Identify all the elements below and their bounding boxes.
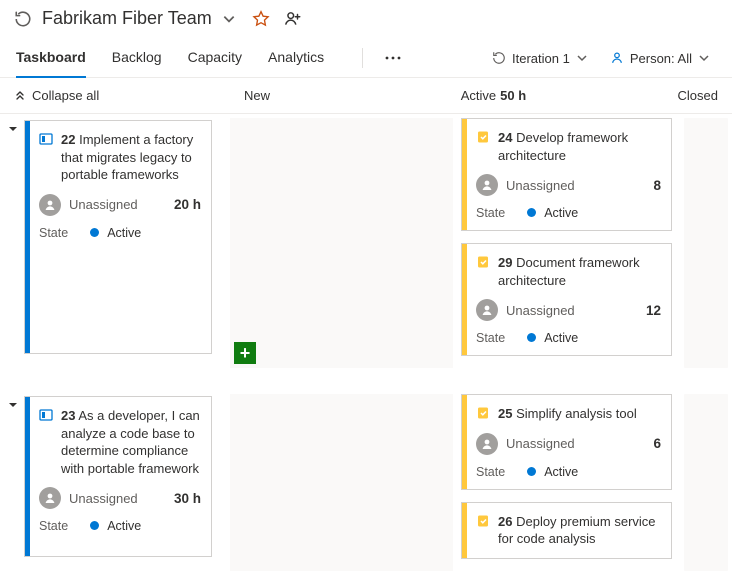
assignee-label[interactable]: Unassigned: [506, 436, 575, 451]
column-headers: Collapse all New Active50 h Closed: [0, 78, 732, 114]
iteration-label: Iteration 1: [512, 51, 570, 66]
collapse-lane-icon[interactable]: [8, 124, 18, 366]
assignee-avatar-icon: [39, 194, 61, 216]
story-title: Implement a factory that migrates legacy…: [61, 132, 193, 182]
assignee-avatar-icon: [476, 299, 498, 321]
story-id: 22: [61, 132, 75, 147]
tab-capacity[interactable]: Capacity: [188, 39, 242, 77]
lane-new[interactable]: [230, 394, 453, 571]
board-rows: 22 Implement a factory that migrates leg…: [0, 114, 732, 575]
person-filter-label: Person: All: [630, 51, 692, 66]
lane-closed[interactable]: [684, 118, 728, 368]
task-card[interactable]: 29 Document framework architecture Unass…: [461, 243, 672, 356]
lane-active[interactable]: 25 Simplify analysis tool Unassigned 6 S…: [457, 390, 680, 575]
tab-backlog[interactable]: Backlog: [112, 39, 162, 77]
task-hours: 12: [646, 303, 661, 318]
column-active-hours: 50 h: [500, 88, 526, 103]
state-dot-icon: [90, 228, 99, 237]
task-card[interactable]: 25 Simplify analysis tool Unassigned 6 S…: [461, 394, 672, 490]
task-title: Deploy premium service for code analysis: [498, 514, 656, 547]
state-dot-icon: [527, 467, 536, 476]
assignee-avatar-icon: [39, 487, 61, 509]
assignee-avatar-icon: [476, 433, 498, 455]
column-closed: Closed: [664, 78, 732, 113]
state-label: State: [39, 226, 68, 240]
state-dot-icon: [90, 521, 99, 530]
task-id: 24: [498, 130, 512, 145]
iteration-picker[interactable]: Iteration 1: [486, 47, 594, 70]
tab-more-button[interactable]: [375, 56, 411, 60]
assignee-label[interactable]: Unassigned: [69, 491, 138, 506]
collapse-all-label: Collapse all: [32, 88, 99, 103]
team-dropdown[interactable]: [222, 12, 236, 26]
collapse-all-button[interactable]: Collapse all: [0, 78, 230, 113]
task-card[interactable]: 24 Develop framework architecture Unassi…: [461, 118, 672, 231]
add-card-button[interactable]: +: [234, 342, 256, 364]
state-label: State: [476, 206, 505, 220]
swim-lane: 22 Implement a factory that migrates leg…: [0, 114, 732, 372]
state-label: State: [476, 465, 505, 479]
team-name: Fabrikam Fiber Team: [42, 8, 212, 29]
assignee-avatar-icon: [476, 174, 498, 196]
task-icon: [476, 255, 490, 269]
task-title: Simplify analysis tool: [516, 406, 637, 421]
lane-active[interactable]: 24 Develop framework architecture Unassi…: [457, 114, 680, 372]
story-hours: 30 h: [174, 491, 201, 506]
lane-new[interactable]: +: [230, 118, 453, 368]
story-card[interactable]: 23 As a developer, I can analyze a code …: [24, 396, 212, 557]
tab-taskboard[interactable]: Taskboard: [16, 39, 86, 77]
lane-closed[interactable]: [684, 394, 728, 571]
story-icon: [39, 132, 53, 146]
task-hours: 8: [653, 178, 661, 193]
task-hours: 6: [653, 436, 661, 451]
state-value: Active: [544, 206, 578, 220]
state-value: Active: [107, 226, 141, 240]
state-label: State: [476, 331, 505, 345]
story-hours: 20 h: [174, 197, 201, 212]
task-icon: [476, 514, 490, 528]
state-dot-icon: [527, 208, 536, 217]
tab-row: Taskboard Backlog Capacity Analytics Ite…: [0, 39, 732, 78]
task-card[interactable]: 26 Deploy premium service for code analy…: [461, 502, 672, 559]
state-dot-icon: [527, 333, 536, 342]
task-id: 26: [498, 514, 512, 529]
swim-lane: 23 As a developer, I can analyze a code …: [0, 390, 732, 575]
assignee-label[interactable]: Unassigned: [506, 303, 575, 318]
state-value: Active: [544, 465, 578, 479]
assignee-label[interactable]: Unassigned: [69, 197, 138, 212]
tab-analytics[interactable]: Analytics: [268, 39, 324, 77]
column-active: Active50 h: [447, 78, 664, 113]
state-value: Active: [544, 331, 578, 345]
person-filter[interactable]: Person: All: [604, 47, 716, 70]
favorite-star-icon[interactable]: [252, 10, 270, 28]
column-new: New: [230, 78, 447, 113]
task-icon: [476, 406, 490, 420]
task-id: 29: [498, 255, 512, 270]
state-label: State: [39, 519, 68, 533]
task-title: Document framework architecture: [498, 255, 640, 288]
task-icon: [476, 130, 490, 144]
sprint-cycle-icon: [14, 10, 32, 28]
add-member-icon[interactable]: [284, 10, 302, 28]
story-icon: [39, 408, 53, 422]
story-id: 23: [61, 408, 75, 423]
story-title: As a developer, I can analyze a code bas…: [61, 408, 200, 476]
state-value: Active: [107, 519, 141, 533]
collapse-lane-icon[interactable]: [8, 400, 18, 569]
tab-separator: [362, 48, 363, 68]
story-card[interactable]: 22 Implement a factory that migrates leg…: [24, 120, 212, 354]
assignee-label[interactable]: Unassigned: [506, 178, 575, 193]
task-title: Develop framework architecture: [498, 130, 628, 163]
team-header: Fabrikam Fiber Team: [0, 0, 732, 39]
task-id: 25: [498, 406, 512, 421]
